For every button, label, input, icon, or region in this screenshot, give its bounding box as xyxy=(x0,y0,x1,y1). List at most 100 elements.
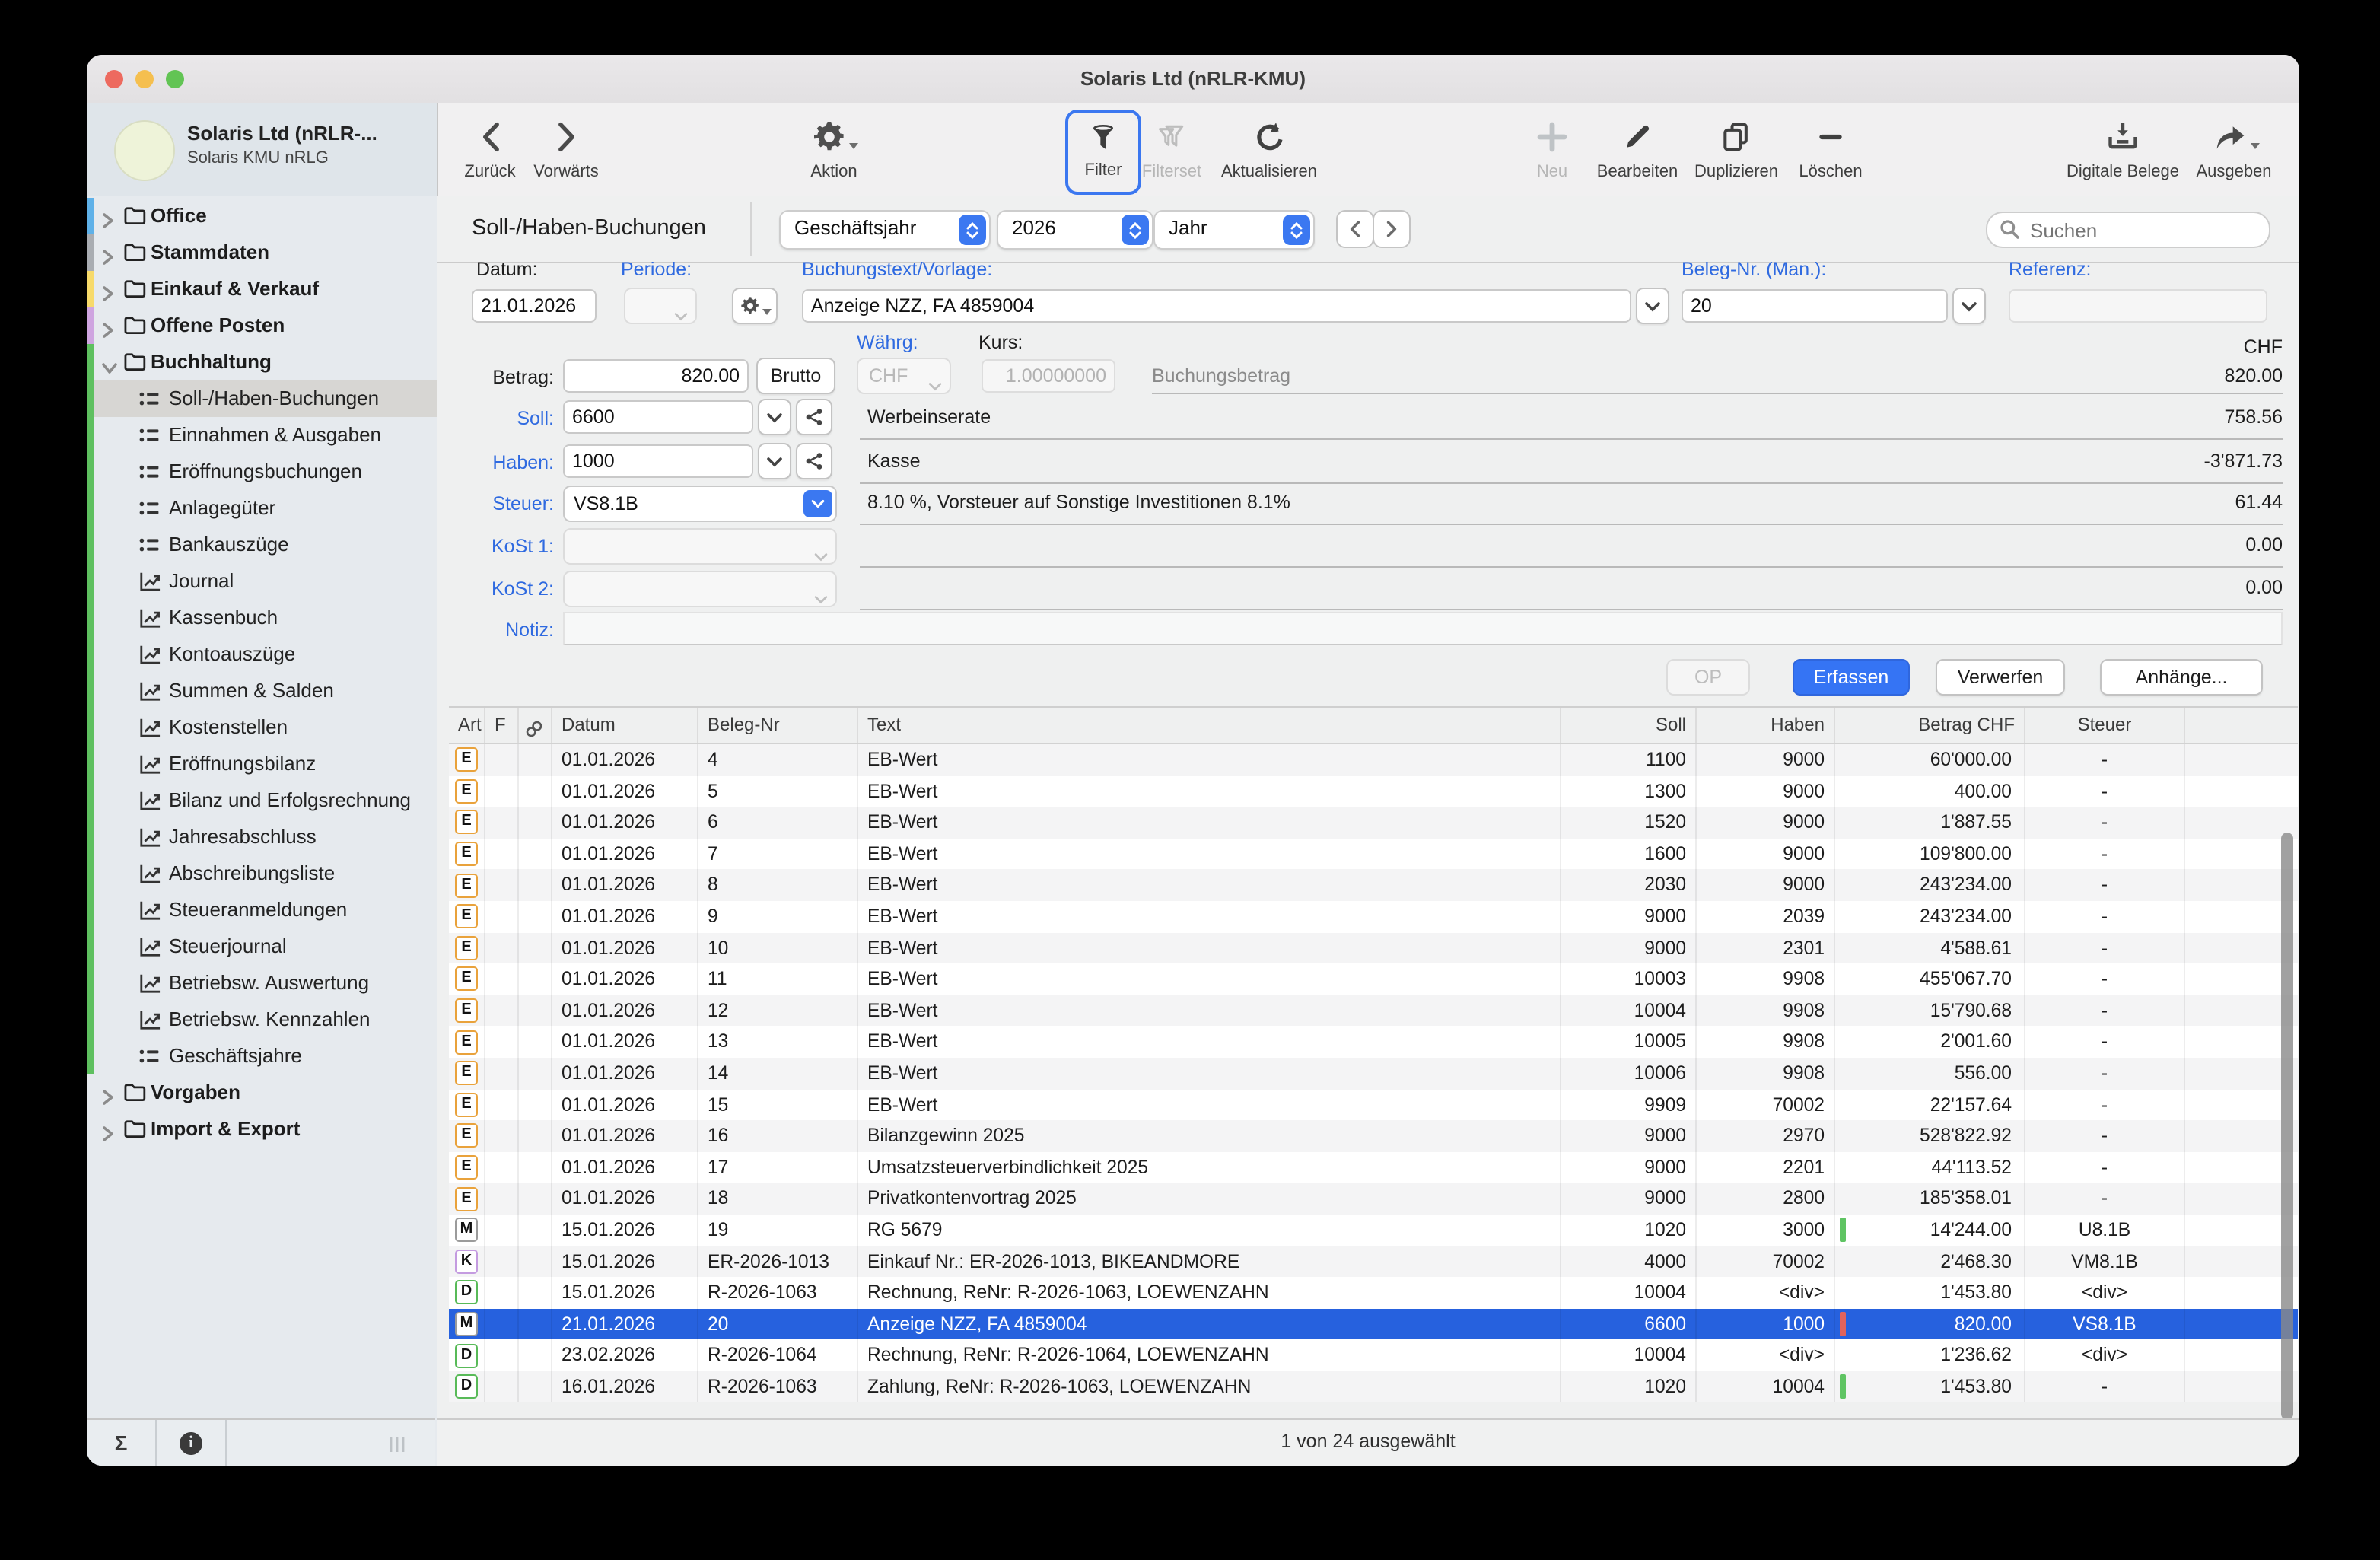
table-row[interactable]: E01.01.202618Privatkontenvortrag 2025900… xyxy=(449,1183,2298,1215)
refresh-button[interactable]: Aktualisieren xyxy=(1211,113,1327,181)
chevron-right-icon[interactable] xyxy=(102,209,114,236)
cost-center-2-combo[interactable] xyxy=(563,571,837,607)
tax-select[interactable]: VS8.1B xyxy=(563,486,837,522)
sidebar-section-2[interactable]: Einkauf & Verkauf xyxy=(87,271,437,307)
search-input[interactable] xyxy=(2027,215,2260,245)
record-button[interactable]: Erfassen xyxy=(1793,659,1910,696)
period-year-select[interactable]: 2026 xyxy=(997,210,1153,250)
table-row[interactable]: E01.01.202615EB-Wert99097000222'157.64- xyxy=(449,1089,2298,1120)
chevron-right-icon[interactable] xyxy=(102,1122,114,1149)
booking-text-dropdown-button[interactable] xyxy=(1636,288,1669,324)
discard-button[interactable]: Verwerfen xyxy=(1936,659,2065,696)
sidebar-item-summen-salden[interactable]: Summen & Salden xyxy=(87,673,437,709)
table-row[interactable]: E01.01.202611EB-Wert100039908455'067.70- xyxy=(449,963,2298,995)
column-header-beleg-nr[interactable]: Beleg-Nr xyxy=(698,708,858,743)
sidebar-item-kostenstellen[interactable]: Kostenstellen xyxy=(87,709,437,746)
search-field[interactable] xyxy=(1986,212,2270,248)
sidebar-item-anlageg-ter[interactable]: Anlagegüter xyxy=(87,490,437,527)
vertical-scrollbar[interactable] xyxy=(2281,833,2293,1420)
sidebar-item-er-ffnungsbilanz[interactable]: Eröffnungsbilanz xyxy=(87,746,437,782)
sidebar-section-4[interactable]: Buchhaltung xyxy=(87,344,437,380)
table-row[interactable]: E01.01.20266EB-Wert152090001'887.55- xyxy=(449,807,2298,838)
table-row[interactable]: E01.01.202616Bilanzgewinn 20259000297052… xyxy=(449,1120,2298,1151)
filterset-button[interactable]: Filterset xyxy=(1126,113,1217,181)
link-column-header[interactable] xyxy=(519,708,552,743)
table-row[interactable]: M21.01.202620Anzeige NZZ, FA 48590046600… xyxy=(449,1308,2298,1339)
table-row[interactable]: M15.01.202619RG 56791020300014'244.00U8.… xyxy=(449,1215,2298,1246)
sidebar-item-soll-haben-buchungen[interactable]: Soll-/Haben-Buchungen xyxy=(87,380,437,417)
avatar[interactable] xyxy=(114,120,175,181)
column-header-soll[interactable]: Soll xyxy=(1561,708,1697,743)
sidebar-section-0[interactable]: Office xyxy=(87,198,437,234)
column-header-f[interactable]: F xyxy=(485,708,519,743)
period-unit-select[interactable]: Jahr xyxy=(1153,210,1315,250)
sidebar-item-steueranmeldungen[interactable]: Steueranmeldungen xyxy=(87,892,437,928)
chevron-down-icon[interactable] xyxy=(102,355,117,382)
sidebar-item-gesch-ftsjahre[interactable]: Geschäftsjahre xyxy=(87,1038,437,1074)
chevron-right-icon[interactable] xyxy=(102,318,114,345)
reference-input[interactable] xyxy=(2009,289,2267,323)
sidebar-item-jahresabschluss[interactable]: Jahresabschluss xyxy=(87,819,437,855)
table-row[interactable]: D16.01.2026R-2026-1063Zahlung, ReNr: R-2… xyxy=(449,1371,2298,1402)
table-row[interactable]: K15.01.2026ER-2026-1013Einkauf Nr.: ER-2… xyxy=(449,1246,2298,1277)
brutto-button[interactable]: Brutto xyxy=(756,358,835,394)
sidebar-item-bankausz-ge[interactable]: Bankauszüge xyxy=(87,527,437,563)
table-row[interactable]: E01.01.202617Umsatzsteuerverbindlichkeit… xyxy=(449,1151,2298,1183)
sidebar-item-steuerjournal[interactable]: Steuerjournal xyxy=(87,928,437,965)
chevron-right-icon[interactable] xyxy=(102,282,114,309)
credit-split-button[interactable] xyxy=(796,443,832,479)
credit-dropdown-button[interactable] xyxy=(758,443,791,479)
new-button[interactable]: Neu xyxy=(1507,113,1598,181)
booking-text-input[interactable] xyxy=(802,289,1631,323)
sidebar-item-betriebsw-kennzahlen[interactable]: Betriebsw. Kennzahlen xyxy=(87,1001,437,1038)
debit-dropdown-button[interactable] xyxy=(758,399,791,435)
amount-input[interactable] xyxy=(563,359,749,393)
table-row[interactable]: D23.02.2026R-2026-1064Rechnung, ReNr: R-… xyxy=(449,1340,2298,1371)
table-row[interactable]: E01.01.20264EB-Wert1100900060'000.00- xyxy=(449,744,2298,775)
debit-split-button[interactable] xyxy=(796,399,832,435)
table-row[interactable]: E01.01.20268EB-Wert20309000243'234.00- xyxy=(449,870,2298,901)
forward-button[interactable]: Vorwärts xyxy=(520,113,612,181)
action-button[interactable]: Aktion xyxy=(788,113,880,181)
sidebar-item-kontoausz-ge[interactable]: Kontoauszüge xyxy=(87,636,437,673)
digital-receipts-button[interactable]: Digitale Belege xyxy=(2056,113,2190,181)
column-header-haben[interactable]: Haben xyxy=(1697,708,1835,743)
document-number-dropdown-button[interactable] xyxy=(1952,288,1986,324)
sidebar-item-abschreibungsliste[interactable]: Abschreibungsliste xyxy=(87,855,437,892)
sidebar-section-5[interactable]: Vorgaben xyxy=(87,1074,437,1111)
op-button[interactable]: OP xyxy=(1666,659,1750,696)
sidebar-item-einnahmen-ausgaben[interactable]: Einnahmen & Ausgaben xyxy=(87,417,437,454)
table-row[interactable]: E01.01.202610EB-Wert900023014'588.61- xyxy=(449,932,2298,963)
column-header-steuer[interactable]: Steuer xyxy=(2025,708,2185,743)
cost-center-1-combo[interactable] xyxy=(563,528,837,565)
drag-handle-icon[interactable] xyxy=(387,1434,408,1461)
table-row[interactable]: E01.01.20267EB-Wert16009000109'800.00- xyxy=(449,839,2298,870)
sidebar-section-6[interactable]: Import & Export xyxy=(87,1111,437,1148)
title-bar[interactable]: Solaris Ltd (nRLR-KMU) xyxy=(87,55,2299,105)
date-input[interactable] xyxy=(472,289,597,323)
currency-combo[interactable]: CHF xyxy=(857,358,951,394)
attachments-button[interactable]: Anhänge... xyxy=(2100,659,2263,696)
column-header-betrag-chf[interactable]: Betrag CHF xyxy=(1835,708,2025,743)
sidebar-item-kassenbuch[interactable]: Kassenbuch xyxy=(87,600,437,636)
debit-account-input[interactable] xyxy=(563,400,753,434)
sidebar-item-betriebsw-auswertung[interactable]: Betriebsw. Auswertung xyxy=(87,965,437,1001)
sidebar-item-er-ffnungsbuchungen[interactable]: Eröffnungsbuchungen xyxy=(87,454,437,490)
table-row[interactable]: D15.01.2026R-2026-1063Rechnung, ReNr: R-… xyxy=(449,1277,2298,1308)
sidebar-item-journal[interactable]: Journal xyxy=(87,563,437,600)
column-header-art[interactable]: Art xyxy=(449,708,485,743)
period-combo[interactable] xyxy=(624,288,697,324)
output-button[interactable]: Ausgeben xyxy=(2185,113,2283,181)
credit-account-input[interactable] xyxy=(563,444,753,478)
sum-button[interactable]: Σ xyxy=(87,1420,157,1466)
column-header-text[interactable]: Text xyxy=(858,708,1561,743)
table-row[interactable]: E01.01.202614EB-Wert100069908556.00- xyxy=(449,1058,2298,1089)
table-row[interactable]: E01.01.202613EB-Wert1000599082'001.60- xyxy=(449,1027,2298,1058)
chevron-right-icon[interactable] xyxy=(102,1085,114,1113)
rate-input[interactable] xyxy=(982,359,1115,393)
period-type-select[interactable]: Geschäftsjahr xyxy=(779,210,991,250)
delete-button[interactable]: Löschen xyxy=(1788,113,1873,181)
edit-button[interactable]: Bearbeiten xyxy=(1590,113,1685,181)
chevron-right-icon[interactable] xyxy=(102,245,114,272)
duplicate-button[interactable]: Duplizieren xyxy=(1685,113,1788,181)
